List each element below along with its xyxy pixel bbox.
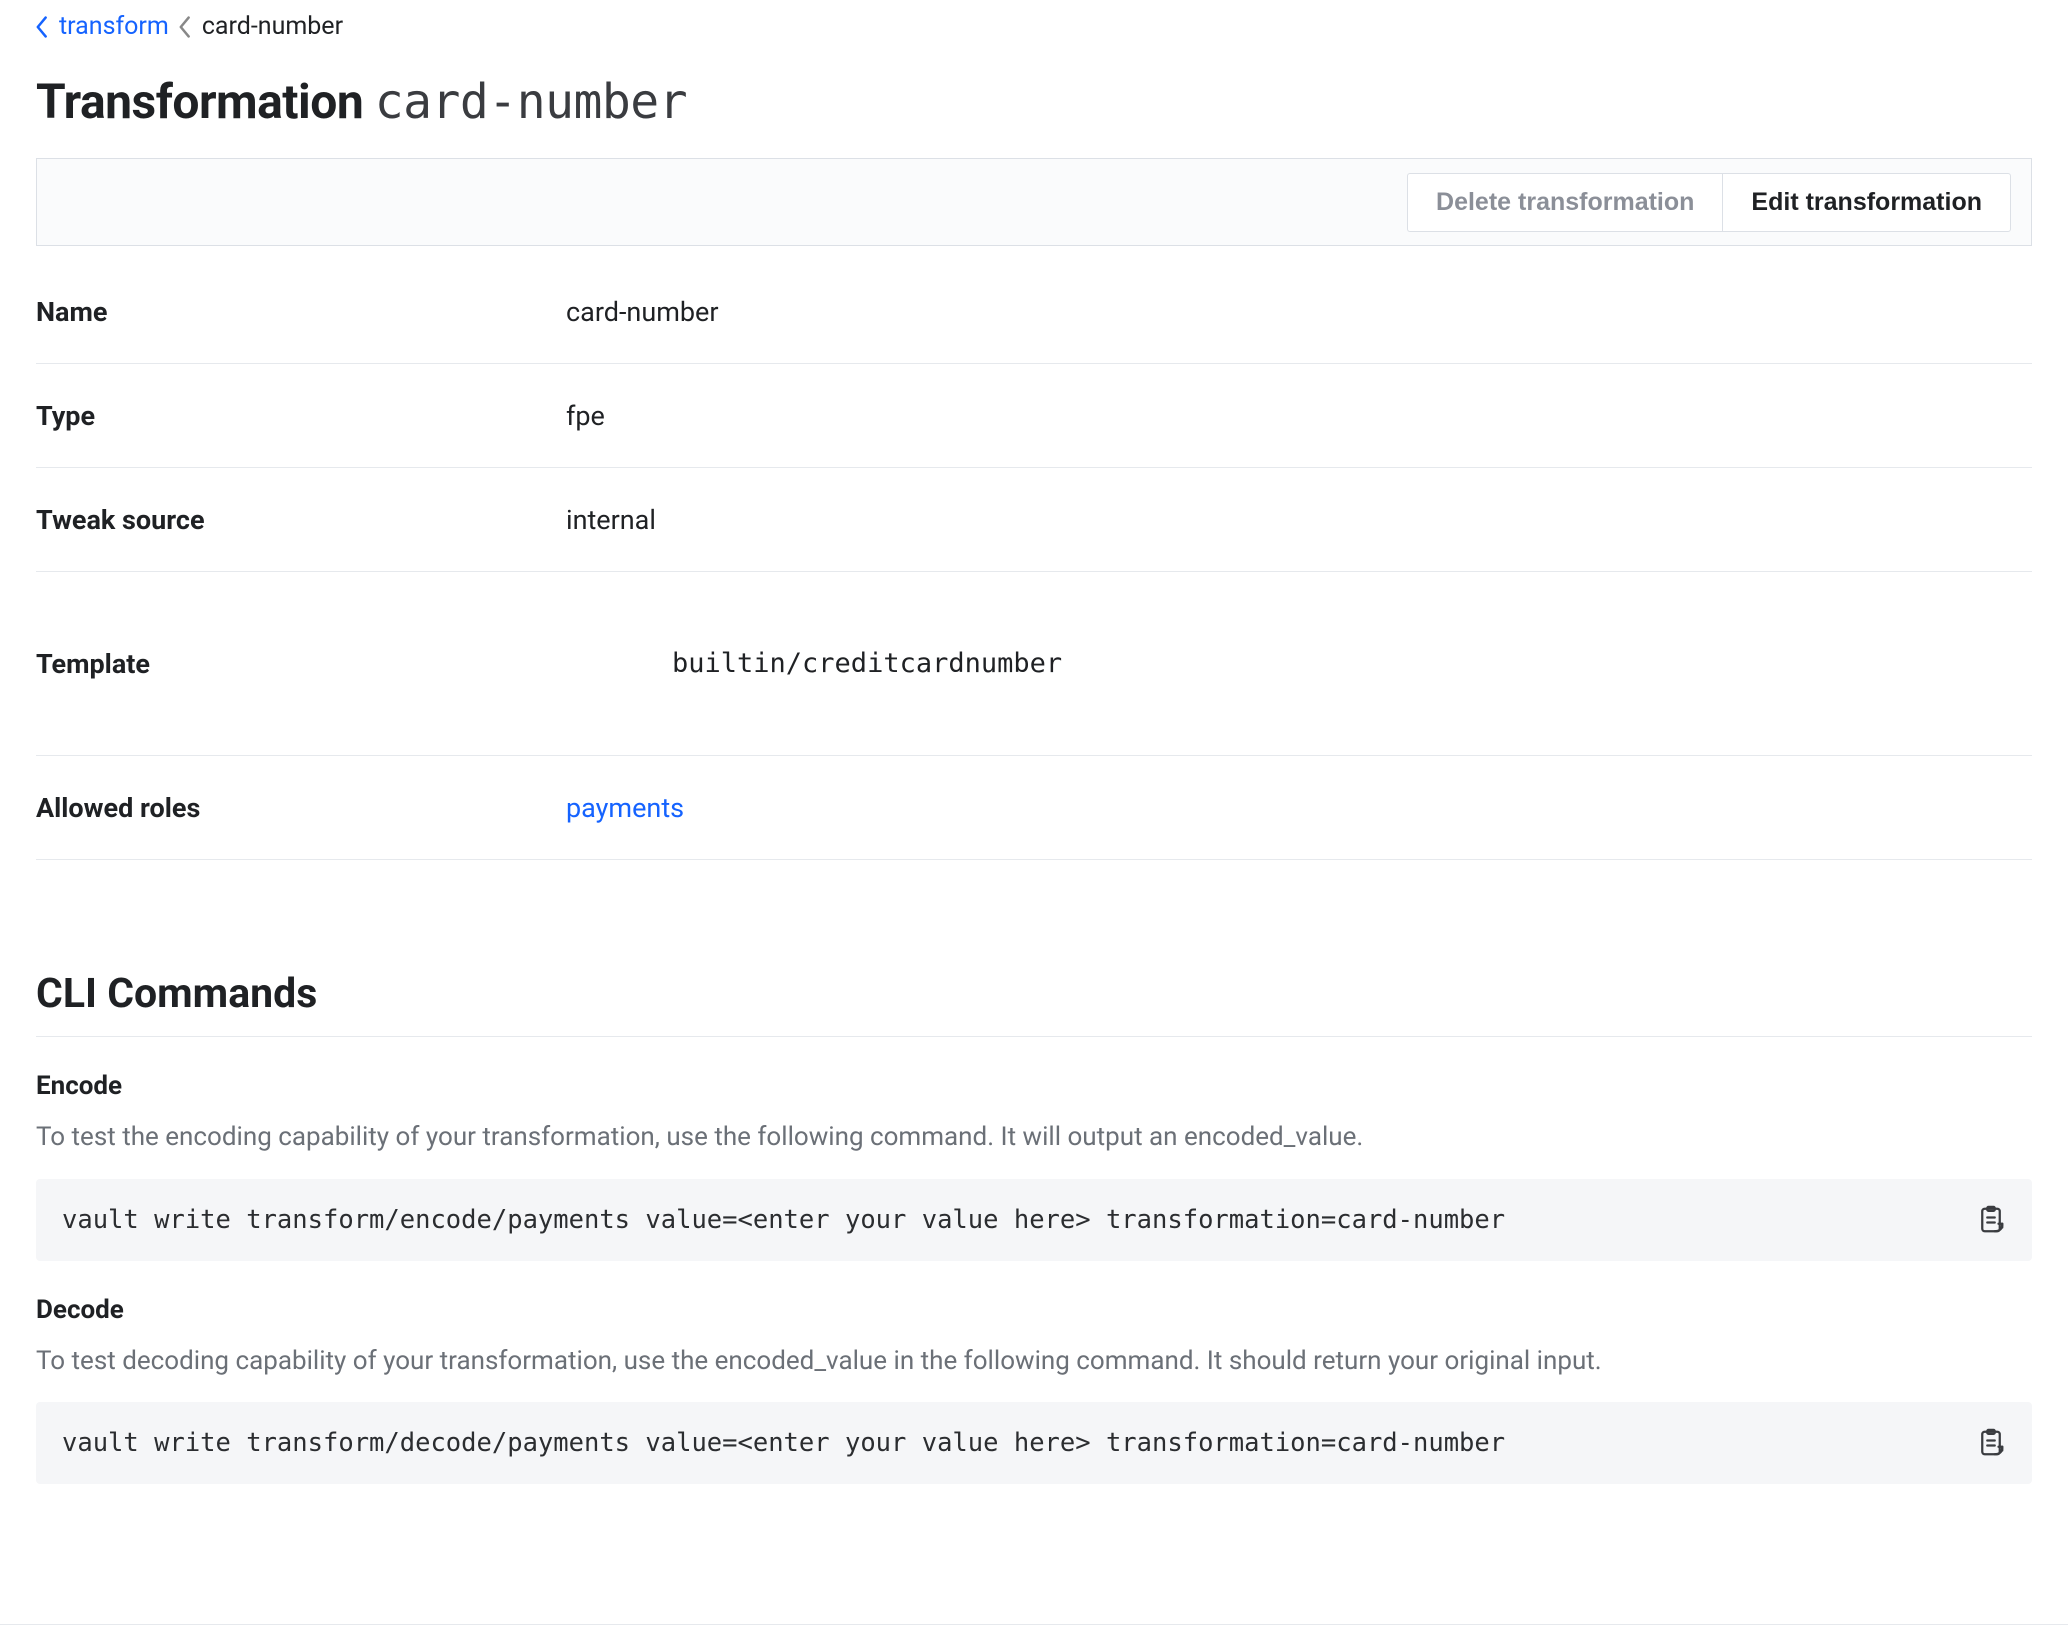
allowed-role-link[interactable]: payments	[566, 792, 684, 824]
page-title-name: card-number	[375, 74, 687, 130]
copy-icon[interactable]	[1976, 1205, 2006, 1235]
decode-codeblock: vault write transform/decode/payments va…	[36, 1402, 2032, 1484]
detail-label: Tweak source	[36, 504, 566, 536]
detail-label: Allowed roles	[36, 792, 566, 824]
encode-command: vault write transform/encode/payments va…	[62, 1205, 1505, 1235]
detail-value: card-number	[566, 296, 2032, 328]
encode-description: To test the encoding capability of your …	[36, 1119, 2032, 1157]
decode-title: Decode	[36, 1295, 2032, 1325]
detail-value: fpe	[566, 400, 2032, 432]
delete-transformation-button[interactable]: Delete transformation	[1407, 173, 1722, 232]
breadcrumb-current: card-number	[202, 12, 343, 41]
detail-value: builtin/creditcardnumber	[566, 648, 2032, 679]
chevron-left-icon	[36, 16, 49, 38]
details-list: Name card-number Type fpe Tweak source i…	[36, 260, 2032, 860]
divider	[0, 1624, 2068, 1625]
edit-transformation-button[interactable]: Edit transformation	[1722, 173, 2011, 232]
page-title: Transformation card-number	[36, 73, 2032, 130]
cli-commands-header: CLI Commands	[36, 970, 2032, 1037]
detail-row-tweak-source: Tweak source internal	[36, 468, 2032, 572]
decode-description: To test decoding capability of your tran…	[36, 1343, 2032, 1381]
detail-value: payments	[566, 792, 2032, 824]
encode-title: Encode	[36, 1071, 2032, 1101]
breadcrumb-parent-link[interactable]: transform	[59, 12, 169, 41]
detail-label: Type	[36, 400, 566, 432]
detail-row-template: Template builtin/creditcardnumber	[36, 572, 2032, 756]
toolbar: Delete transformation Edit transformatio…	[36, 158, 2032, 246]
decode-command: vault write transform/decode/payments va…	[62, 1428, 1505, 1458]
detail-row-name: Name card-number	[36, 260, 2032, 364]
detail-row-allowed-roles: Allowed roles payments	[36, 756, 2032, 860]
breadcrumb: transform card-number	[36, 12, 2032, 41]
page-title-prefix: Transformation	[36, 73, 363, 130]
detail-row-type: Type fpe	[36, 364, 2032, 468]
copy-icon[interactable]	[1976, 1428, 2006, 1458]
encode-codeblock: vault write transform/encode/payments va…	[36, 1179, 2032, 1261]
detail-label: Template	[36, 648, 566, 680]
detail-value: internal	[566, 504, 2032, 536]
chevron-left-icon	[179, 16, 192, 38]
detail-label: Name	[36, 296, 566, 328]
